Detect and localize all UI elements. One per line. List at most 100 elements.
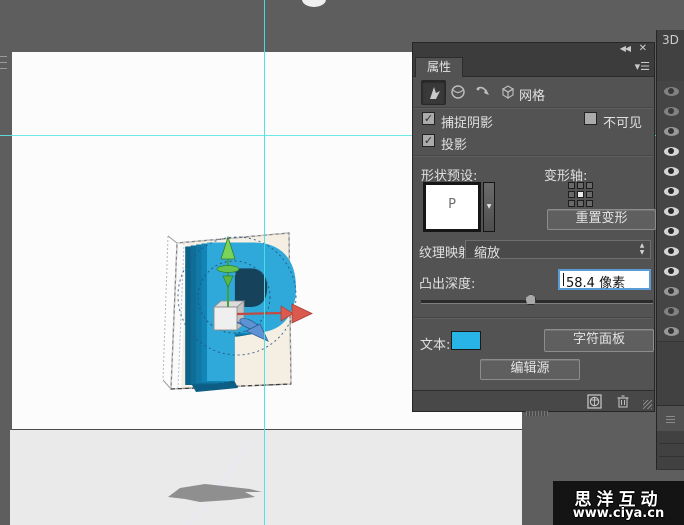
- axis-cell[interactable]: [577, 182, 584, 189]
- panel-tab-bar: 属性 ▾☰: [413, 57, 654, 77]
- axis-cell[interactable]: [568, 182, 575, 189]
- collapse-panel-icon[interactable]: ◀◀: [620, 44, 630, 53]
- ruler-tick: [0, 56, 7, 57]
- ground-plane-area[interactable]: [10, 430, 522, 525]
- texture-mapping-value: 缩放: [474, 242, 500, 261]
- layer-visibility-cell[interactable]: [657, 81, 684, 102]
- eye-icon[interactable]: [664, 227, 679, 236]
- eye-icon[interactable]: [664, 127, 679, 136]
- axis-cell[interactable]: [568, 200, 575, 207]
- dropdown-arrows-icon: ▲ ▼: [637, 242, 647, 256]
- edit-source-button[interactable]: 编辑源: [480, 359, 580, 380]
- materials-icon-button[interactable]: [446, 80, 469, 103]
- layer-visibility-cell[interactable]: [657, 321, 684, 342]
- layer-visibility-cell[interactable]: [657, 161, 684, 182]
- y-axis-rotate-disc[interactable]: [217, 266, 239, 273]
- eye-icon[interactable]: [664, 107, 679, 116]
- text-caret: [563, 273, 564, 286]
- text-color-swatch[interactable]: [451, 331, 481, 350]
- reset-deform-button[interactable]: 重置变形: [547, 209, 656, 230]
- layer-visibility-cell[interactable]: [657, 281, 684, 302]
- layer-visibility-cell[interactable]: [657, 121, 684, 142]
- eye-icon[interactable]: [664, 187, 679, 196]
- deform-axis-grid[interactable]: [568, 182, 593, 207]
- strip-cell-line: [659, 456, 684, 457]
- eye-icon[interactable]: [664, 167, 679, 176]
- layer-visibility-cell[interactable]: [657, 141, 684, 162]
- layer-visibility-cell[interactable]: [657, 261, 684, 282]
- eye-icon[interactable]: [664, 267, 679, 276]
- layer-visibility-cell[interactable]: [657, 241, 684, 262]
- strip-cell-line: [659, 443, 684, 444]
- ruler-tick: [0, 62, 7, 63]
- strip-footer: [657, 405, 684, 431]
- layer-visibility-cell[interactable]: [657, 221, 684, 242]
- extrude-depth-slider[interactable]: [421, 300, 653, 304]
- catch-shadows-label: 捕捉阴影: [441, 112, 493, 131]
- eye-icon[interactable]: [664, 327, 679, 336]
- layer-visibility-cell[interactable]: [657, 101, 684, 122]
- extrude-depth-input[interactable]: 58.4 像素: [558, 269, 651, 290]
- character-panel-button[interactable]: 字符面板: [544, 329, 654, 352]
- texture-mapping-select[interactable]: 缩放 ▲ ▼: [465, 240, 651, 259]
- reflection-line: [190, 442, 252, 525]
- vertical-guide[interactable]: [264, 0, 265, 525]
- scrollbar-thumb[interactable]: [526, 411, 548, 416]
- extrude-depth-value: 58.4 像素: [566, 272, 625, 291]
- layer-visibility-cell[interactable]: [657, 301, 684, 322]
- panel-header: ◀◀ ✕: [413, 43, 654, 57]
- x-axis-line: [237, 313, 282, 314]
- axis-cell[interactable]: [586, 200, 593, 207]
- tab-properties[interactable]: 属性: [415, 57, 463, 77]
- deform-icon-button[interactable]: [471, 80, 494, 103]
- shape-preset-dropdown[interactable]: ▼: [483, 182, 495, 232]
- resize-grip[interactable]: [643, 400, 652, 409]
- cap-icon-button[interactable]: [496, 80, 519, 103]
- extrude-depth-label: 凸出深度:: [419, 273, 475, 292]
- ruler-tick: [0, 68, 7, 69]
- eye-icon[interactable]: [664, 147, 679, 156]
- panel-3d-title: 3D: [662, 33, 679, 47]
- layer-visibility-cell[interactable]: [657, 201, 684, 222]
- eye-icon[interactable]: [664, 287, 679, 296]
- slider-thumb[interactable]: [525, 294, 536, 305]
- cast-shadows-label: 投影: [441, 134, 467, 153]
- panel-menu-icon[interactable]: ▾☰: [635, 60, 650, 73]
- center-cube-handle[interactable]: [214, 307, 237, 330]
- strip-cell-line: [659, 469, 684, 470]
- shape-preset-thumbnail[interactable]: P: [423, 182, 481, 232]
- eye-icon[interactable]: [664, 87, 679, 96]
- ground-shadow: [168, 484, 262, 502]
- axis-cell[interactable]: [577, 200, 584, 207]
- mode-label: 网格: [519, 85, 545, 104]
- divider: [414, 155, 653, 157]
- trash-icon[interactable]: [616, 394, 630, 408]
- deform-icon: [475, 84, 491, 100]
- ground-shadow-graphics: [10, 430, 522, 525]
- materials-icon: [450, 84, 466, 100]
- mesh-icon-button[interactable]: [421, 80, 446, 105]
- text-label: 文本:: [420, 334, 450, 353]
- watermark: 思洋互动 www.ciya.cn: [553, 481, 684, 525]
- ground-plane-icon[interactable]: [587, 394, 602, 409]
- eye-icon[interactable]: [664, 207, 679, 216]
- eye-icon[interactable]: [664, 247, 679, 256]
- properties-panel: ◀◀ ✕ 属性 ▾☰: [412, 42, 655, 412]
- layer-visibility-cell[interactable]: [657, 181, 684, 202]
- axis-cell-selected[interactable]: [577, 191, 584, 198]
- strip-resize-grip[interactable]: [666, 414, 675, 423]
- letter-3d-object[interactable]: P P P P P: [140, 210, 340, 410]
- invisible-label: 不可见: [603, 112, 642, 131]
- axis-cell[interactable]: [586, 182, 593, 189]
- rotate-widget-partial-icon: [302, 0, 326, 7]
- checkbox-catch-shadows[interactable]: ✓: [422, 112, 435, 125]
- divider: [414, 107, 653, 109]
- axis-cell[interactable]: [568, 191, 575, 198]
- box-back-edge: [163, 236, 168, 380]
- eye-icon[interactable]: [664, 307, 679, 316]
- box-depth-edge: [163, 380, 171, 389]
- close-panel-icon[interactable]: ✕: [639, 43, 647, 54]
- checkbox-invisible[interactable]: [584, 112, 597, 125]
- axis-cell[interactable]: [586, 191, 593, 198]
- checkbox-cast-shadows[interactable]: ✓: [422, 134, 435, 147]
